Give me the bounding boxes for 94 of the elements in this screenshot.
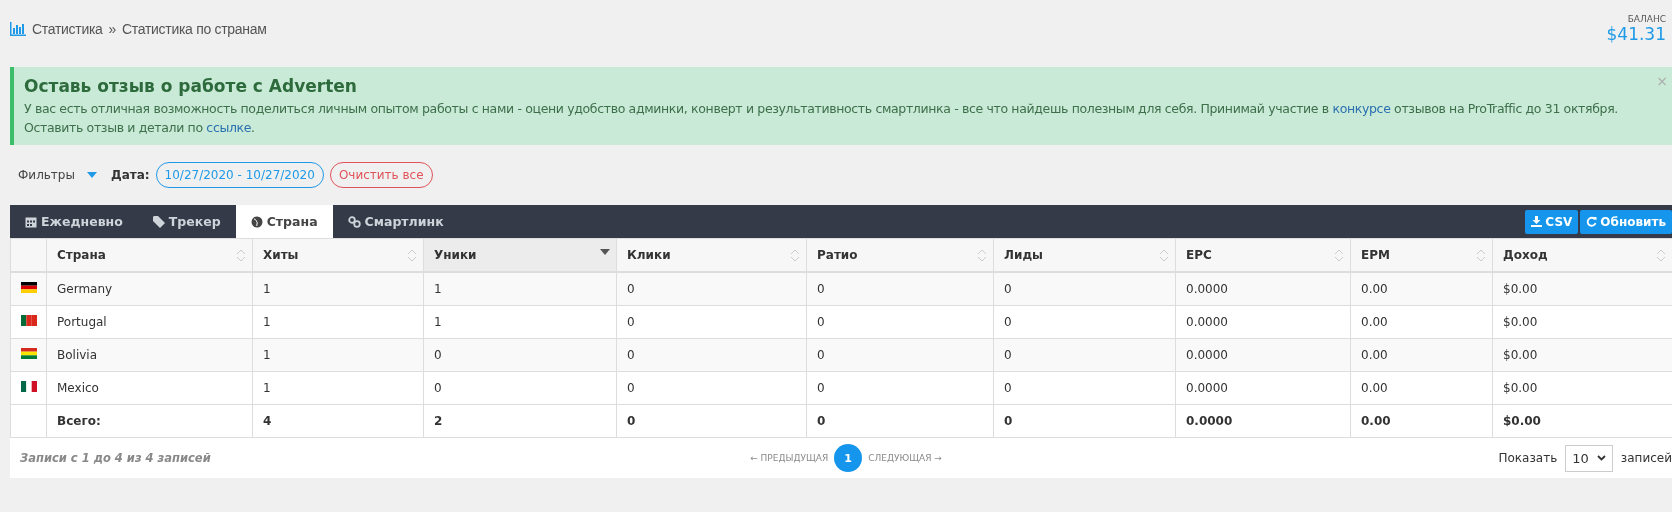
column-header[interactable]: EPC: [1175, 238, 1351, 272]
download-icon: [1531, 216, 1543, 227]
previous-page-link[interactable]: ← ПРЕДЫДУЩАЯ: [750, 453, 829, 463]
date-label: Дата:: [110, 168, 150, 182]
table-cell: 0.0000: [1175, 305, 1351, 339]
total-cell: $0.00: [1492, 404, 1672, 438]
breadcrumb-separator: »: [108, 21, 117, 37]
table-cell: 0: [993, 272, 1176, 306]
table-cell: 0.00: [1350, 371, 1493, 405]
column-header[interactable]: Ратио: [806, 238, 994, 272]
table-cell: 0.0000: [1175, 338, 1351, 372]
table-cell: 1: [252, 371, 424, 405]
table-cell: 0.00: [1350, 272, 1493, 306]
contest-link[interactable]: конкурсе: [1332, 101, 1391, 116]
total-cell: 0: [616, 404, 807, 438]
total-cell: 0: [806, 404, 994, 438]
tab[interactable]: Трекер: [137, 205, 236, 238]
sort-icon: [407, 249, 417, 262]
caret-icon[interactable]: [86, 172, 97, 178]
flag-icon: [21, 315, 37, 326]
column-header[interactable]: Страна: [46, 238, 253, 272]
table-cell: Bolivia: [46, 338, 253, 372]
show-label: Показать: [1498, 451, 1558, 465]
table-cell: 0: [806, 305, 994, 339]
table-cell: $0.00: [1492, 272, 1672, 306]
next-page-link[interactable]: СЛЕДУЮЩАЯ →: [868, 453, 942, 463]
filters-label[interactable]: Фильтры: [18, 168, 75, 182]
table-cell: 0.00: [1350, 338, 1493, 372]
column-header[interactable]: Лиды: [993, 238, 1176, 272]
total-cell: 4: [252, 404, 424, 438]
sort-icon: [977, 249, 987, 262]
column-header[interactable]: Клики: [616, 238, 807, 272]
table-cell: 0: [423, 338, 617, 372]
total-cell: 0: [993, 404, 1176, 438]
table-cell: 1: [252, 338, 424, 372]
column-header[interactable]: Уники: [423, 238, 617, 272]
sort-icon: [1334, 249, 1344, 262]
table-cell: 1: [252, 272, 424, 306]
bar-chart-icon: [10, 22, 26, 36]
table-cell: 0: [806, 338, 994, 372]
page-title: Статистика по странам: [122, 21, 267, 37]
table-cell: 0.0000: [1175, 371, 1351, 405]
flag-icon: [21, 381, 37, 392]
table-cell: Germany: [46, 272, 253, 306]
records-label: записей: [1620, 451, 1672, 465]
tab[interactable]: Ежедневно: [10, 205, 138, 238]
records-info: Записи с 1 до 4 из 4 записей: [20, 451, 212, 465]
column-header[interactable]: Хиты: [252, 238, 424, 272]
balance-value: $41.31: [1606, 24, 1666, 44]
total-cell: 0.00: [1350, 404, 1493, 438]
sort-descending-icon: [600, 249, 610, 255]
table-cell: $0.00: [1492, 338, 1672, 372]
notice-title: Оставь отзыв о работе с Adverten: [24, 76, 358, 96]
table-cell: 0: [993, 305, 1176, 339]
table-cell: 0.0000: [1175, 272, 1351, 306]
table-cell: 0: [616, 371, 807, 405]
table-cell: 0: [993, 371, 1176, 405]
column-header[interactable]: EPM: [1350, 238, 1493, 272]
table-cell: 1: [423, 305, 617, 339]
sort-icon: [790, 249, 800, 262]
column-header[interactable]: Доход: [1492, 238, 1672, 272]
total-cell: Всего:: [46, 404, 253, 438]
sort-icon: [1656, 249, 1666, 262]
globe-icon: [250, 215, 263, 228]
flag-icon: [21, 282, 37, 293]
table-cell: 0: [806, 371, 994, 405]
page-size-select[interactable]: 10: [1565, 444, 1613, 472]
link-icon: [347, 215, 361, 228]
table-cell: 1: [252, 305, 424, 339]
total-cell: 0.0000: [1175, 404, 1351, 438]
total-cell: 2: [423, 404, 617, 438]
sort-icon: [1476, 249, 1486, 262]
table-cell: Portugal: [46, 305, 253, 339]
breadcrumb-link[interactable]: Статистика: [32, 21, 103, 37]
table-cell: 0: [806, 272, 994, 306]
calendar-icon: [25, 215, 37, 228]
table-cell: 1: [423, 272, 617, 306]
tab[interactable]: Смартлинк: [332, 205, 459, 238]
refresh-icon: [1586, 216, 1598, 227]
flag-icon: [21, 348, 37, 359]
tag-icon: [152, 215, 165, 228]
table-cell: 0.00: [1350, 305, 1493, 339]
table-cell: 0: [993, 338, 1176, 372]
chevron-down-icon: [1596, 455, 1606, 461]
table-cell: 0: [616, 305, 807, 339]
table-cell: Mexico: [46, 371, 253, 405]
sort-icon: [1159, 249, 1169, 262]
tab[interactable]: Страна: [235, 205, 333, 238]
balance-label: БАЛАНС: [1626, 14, 1666, 24]
table-cell: 0: [616, 272, 807, 306]
notice-text: У вас есть отличная возможность поделиться личным опытом работы с нами - оцени удобство админки, конверт и результативность смартлинка - все что найдешь полезным для себя. Принимай участие в конкурсе отзывов на ProTraffic до 31 октября. Оставить отзыв и детали по ссылке.: [24, 100, 1619, 137]
table-cell: 0: [423, 371, 617, 405]
table-cell: 0: [616, 338, 807, 372]
sort-icon: [236, 249, 246, 262]
